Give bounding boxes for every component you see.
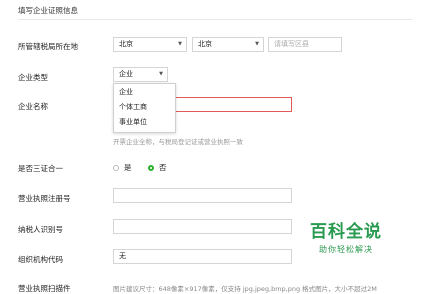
radio-yes-label: 是 [124, 163, 132, 172]
business-license-input[interactable] [113, 188, 292, 203]
chevron-down-icon: ▼ [159, 71, 163, 77]
watermark-logo: 百科全说 助你轻松解决 [305, 222, 387, 255]
city-select[interactable]: 北京 ▼ [192, 37, 264, 52]
dropdown-option[interactable]: 企业 [114, 86, 175, 99]
org-code-label: 组织机构代码 [18, 255, 63, 264]
section-title: 填写企业证照信息 [18, 6, 78, 15]
radio-yes[interactable]: 是 [113, 162, 132, 173]
dropdown-option[interactable]: 个体工商 [114, 101, 175, 114]
scan-upload-note: 图片建议尺寸：648像素×917像素，仅支持 jpg,jpeg,bmp,png … [113, 285, 377, 293]
watermark-title: 百科全说 [310, 222, 382, 242]
radio-circle-selected [148, 164, 154, 171]
city-value: 北京 [198, 40, 212, 48]
district-input[interactable]: 请填写区县 [268, 37, 342, 52]
company-type-value: 企业 [119, 70, 133, 78]
org-code-input[interactable]: 无 [113, 249, 292, 264]
taxpayer-id-label: 纳税人识别号 [18, 225, 63, 234]
business-license-label: 营业执照注册号 [18, 194, 71, 203]
section-divider [18, 19, 412, 20]
watermark-subtitle: 助你轻松解决 [319, 245, 373, 254]
chevron-down-icon: ▼ [255, 41, 259, 47]
radio-no[interactable]: 否 [148, 162, 167, 173]
company-name-help: 开票企业全称，与税局登记证或营业执照一致 [113, 138, 243, 146]
company-name-label: 企业名称 [18, 102, 48, 111]
province-value: 北京 [119, 40, 133, 48]
company-type-label: 企业类型 [18, 73, 48, 82]
three-in-one-label: 是否三证合一 [18, 164, 63, 173]
province-select[interactable]: 北京 ▼ [113, 37, 187, 52]
company-type-dropdown: 企业 个体工商 事业单位 [113, 83, 176, 133]
taxpayer-id-input[interactable] [113, 219, 292, 234]
location-label: 所管辖税局所在地 [18, 42, 78, 51]
radio-no-label: 否 [159, 163, 167, 172]
chevron-down-icon: ▼ [178, 41, 182, 47]
company-type-select[interactable]: 企业 ▼ [113, 67, 168, 82]
dropdown-option[interactable]: 事业单位 [114, 116, 175, 129]
radio-circle [113, 164, 119, 171]
